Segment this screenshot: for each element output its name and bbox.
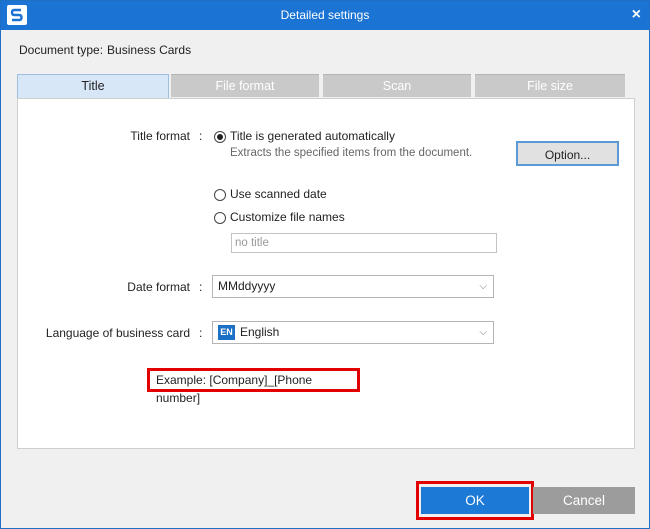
title-settings-panel: Title format : Title is generated automa… <box>17 98 635 449</box>
title-format-label: Title format <box>130 129 190 143</box>
title-bar: Detailed settings × <box>1 1 649 30</box>
tab-file-format[interactable]: File format <box>171 74 319 97</box>
language-label: Language of business card <box>45 326 190 340</box>
radio-custom-name[interactable] <box>214 212 226 224</box>
en-badge: EN <box>218 325 235 340</box>
chevron-down-icon: ⌵ <box>479 327 487 338</box>
date-format-colon: : <box>199 280 203 294</box>
cancel-button[interactable]: Cancel <box>533 487 635 514</box>
radio-scanned-date[interactable] <box>214 189 226 201</box>
language-select[interactable]: EN English ⌵ <box>212 321 494 344</box>
chevron-down-icon: ⌵ <box>479 281 487 292</box>
tab-file-size[interactable]: File size <box>475 74 625 97</box>
date-format-select[interactable]: MMddyyyy ⌵ <box>212 275 494 298</box>
document-type-value: Business Cards <box>107 43 192 57</box>
example-label: Example: <box>156 373 207 387</box>
date-format-label: Date format <box>127 280 190 294</box>
option-button[interactable]: Option... <box>516 141 619 166</box>
detailed-settings-dialog: Detailed settings × Document type: Busine… <box>0 0 650 529</box>
auto-title-hint: Extracts the specified items from the do… <box>230 147 473 159</box>
window-title: Detailed settings <box>280 8 370 22</box>
document-type: Document type: Business Cards <box>19 43 195 57</box>
document-type-label: Document type: <box>19 43 104 57</box>
ok-button[interactable]: OK <box>421 487 529 514</box>
date-format-value: MMddyyyy <box>218 279 276 293</box>
custom-name-input[interactable]: no title <box>231 233 497 253</box>
tab-title[interactable]: Title <box>17 74 169 98</box>
radio-auto-title-label[interactable]: Title is generated automatically <box>230 129 395 143</box>
radio-scanned-date-label[interactable]: Use scanned date <box>230 187 327 201</box>
close-icon[interactable]: × <box>632 6 641 24</box>
title-format-colon: : <box>199 129 203 143</box>
language-colon: : <box>199 326 203 340</box>
tab-scan[interactable]: Scan <box>323 74 471 97</box>
radio-custom-name-label[interactable]: Customize file names <box>230 210 345 224</box>
radio-auto-title[interactable] <box>214 131 226 143</box>
example-preview: Example: [Company]_[Phone number] <box>147 368 360 405</box>
settings-tabs: Title File format Scan File size <box>17 74 627 98</box>
language-value: English <box>240 325 280 339</box>
